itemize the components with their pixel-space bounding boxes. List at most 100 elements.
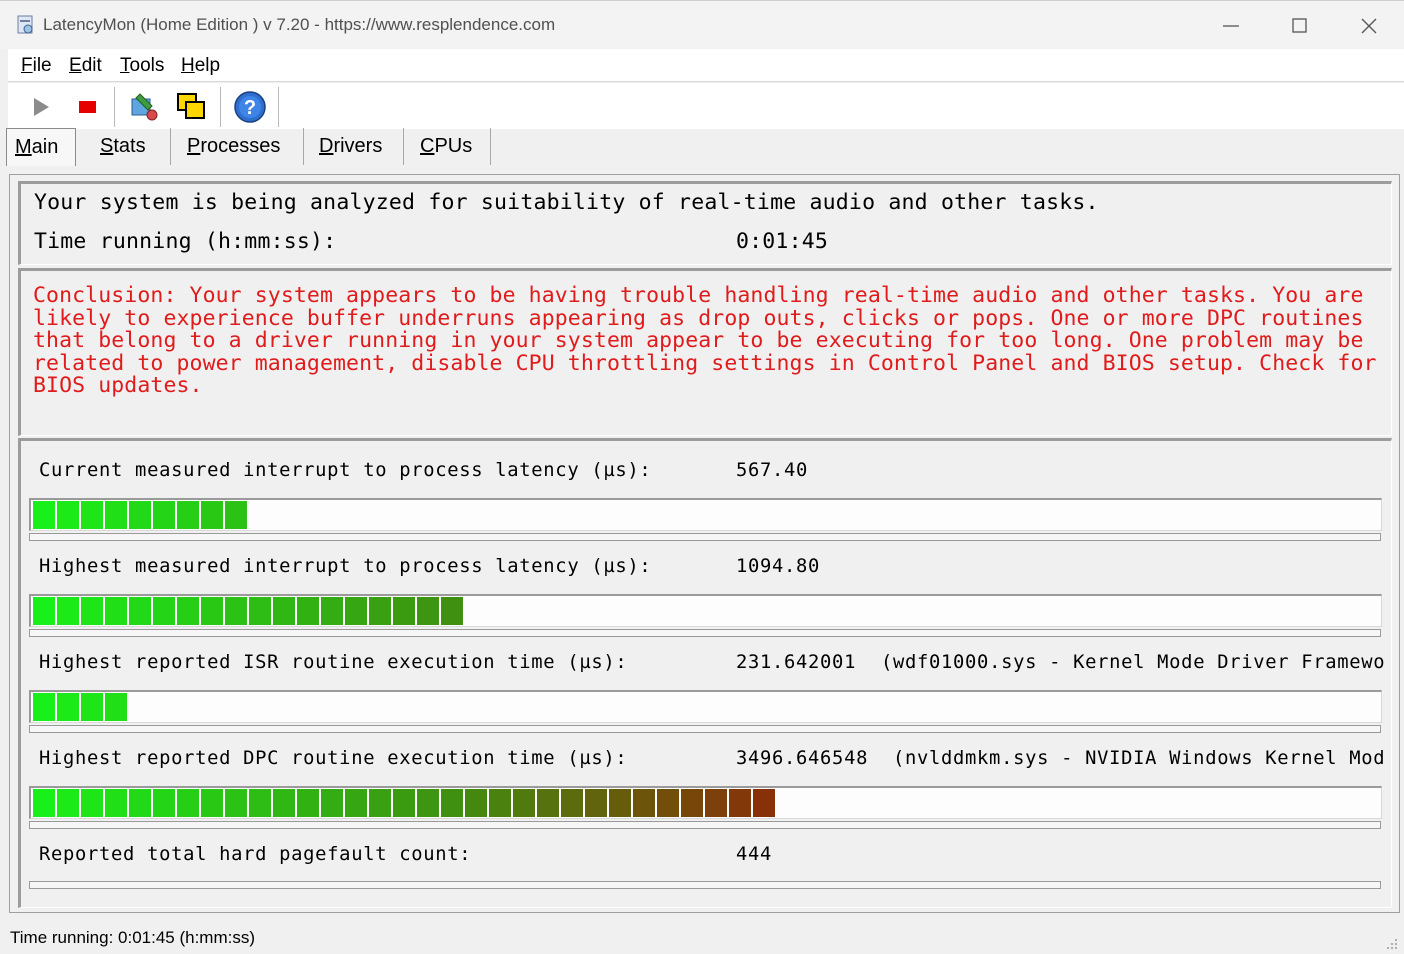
- svg-text:?: ?: [244, 97, 256, 119]
- stop-button[interactable]: [70, 89, 106, 125]
- meter-segment: [105, 789, 127, 817]
- meter-segment: [273, 597, 295, 625]
- analyze-button[interactable]: [126, 89, 162, 125]
- menu-tools[interactable]: Tools: [120, 55, 164, 77]
- meter-segment: [81, 501, 103, 529]
- meter-segment: [489, 789, 511, 817]
- close-icon: [1361, 18, 1377, 34]
- meter-segment: [153, 789, 175, 817]
- meter-segment: [249, 597, 271, 625]
- app-icon: [16, 15, 36, 35]
- maximize-icon: [1292, 18, 1307, 33]
- meter-segment: [105, 501, 127, 529]
- analysis-status-text: Your system is being analyzed for suitab…: [34, 190, 1099, 215]
- meter-segment: [105, 597, 127, 625]
- dpc-time-meter: [29, 786, 1382, 819]
- toolbar-separator: [278, 87, 282, 127]
- meter-segment: [33, 501, 55, 529]
- meter-segment: [225, 789, 247, 817]
- windows-button[interactable]: [174, 89, 210, 125]
- start-button[interactable]: [22, 89, 58, 125]
- meter-segment: [33, 597, 55, 625]
- close-button[interactable]: [1334, 1, 1404, 49]
- highest-latency-label: Highest measured interrupt to process la…: [39, 556, 652, 577]
- highest-latency-meter: [29, 594, 1382, 627]
- meter-segment: [57, 789, 79, 817]
- meter-divider: [29, 533, 1381, 541]
- meter-segment: [273, 789, 295, 817]
- pagefault-label: Reported total hard pagefault count:: [39, 844, 472, 865]
- meter-segment: [513, 789, 535, 817]
- meter-segment: [345, 597, 367, 625]
- menu-file[interactable]: File: [21, 55, 52, 77]
- time-running-value: 0:01:45: [736, 229, 829, 254]
- analyze-icon: [131, 93, 158, 121]
- meter-segment: [393, 789, 415, 817]
- tab-cpus[interactable]: CPUs: [404, 128, 491, 165]
- dpc-driver-text: (nvlddmkm.sys - NVIDIA Windows Kernel Mo…: [893, 748, 1386, 769]
- meter-segment: [729, 789, 751, 817]
- isr-driver-text: (wdf01000.sys - Kernel Mode Driver Frame…: [881, 652, 1386, 673]
- tab-stats[interactable]: Stats: [82, 128, 171, 165]
- meter-segment: [321, 789, 343, 817]
- meter-segment: [297, 789, 319, 817]
- meter-segment: [201, 597, 223, 625]
- help-button[interactable]: ?: [232, 89, 268, 125]
- meter-segment: [129, 789, 151, 817]
- dpc-time-label: Highest reported DPC routine execution t…: [39, 748, 628, 769]
- meter-segment: [201, 501, 223, 529]
- help-icon: ?: [234, 91, 266, 123]
- conclusion-panel: Conclusion: Your system appears to be ha…: [18, 268, 1392, 436]
- toolbar-separator: [220, 87, 224, 127]
- tab-drivers[interactable]: Drivers: [304, 128, 404, 165]
- meter-segment: [585, 789, 607, 817]
- current-latency-value: 567.40: [736, 460, 809, 481]
- meter-segment: [321, 597, 343, 625]
- title-bar: LatencyMon (Home Edition ) v 7.20 - http…: [0, 0, 1404, 49]
- meter-segment: [129, 597, 151, 625]
- meter-divider: [29, 725, 1381, 733]
- meter-divider: [29, 629, 1381, 637]
- meter-segment: [177, 501, 199, 529]
- conclusion-text: Conclusion: Your system appears to be ha…: [33, 283, 1377, 399]
- meter-segment: [225, 501, 247, 529]
- minimize-button[interactable]: [1196, 1, 1266, 49]
- tab-processes[interactable]: Processes: [171, 128, 304, 165]
- window-title: LatencyMon (Home Edition ) v 7.20 - http…: [43, 15, 556, 34]
- meter-segment: [393, 597, 415, 625]
- meter-segment: [417, 597, 439, 625]
- meter-segment: [345, 789, 367, 817]
- meter-segment: [81, 597, 103, 625]
- meter-segment: [369, 789, 391, 817]
- status-bar: Time running: 0:01:45 (h:mm:ss): [0, 918, 1404, 954]
- meter-segment: [81, 693, 103, 721]
- time-running-label: Time running (h:mm:ss):: [34, 229, 337, 254]
- meter-segment: [369, 597, 391, 625]
- pagefault-meter: [29, 881, 1381, 889]
- metrics-panel: Current measured interrupt to process la…: [18, 438, 1392, 908]
- dpc-time-value: 3496.646548: [736, 748, 869, 769]
- meter-segment: [417, 789, 439, 817]
- meter-segment: [297, 597, 319, 625]
- meter-segment: [201, 789, 223, 817]
- play-icon: [34, 98, 49, 116]
- maximize-button[interactable]: [1265, 1, 1335, 49]
- meter-segment: [633, 789, 655, 817]
- tab-main[interactable]: Main: [6, 128, 76, 166]
- menu-help[interactable]: Help: [181, 55, 220, 77]
- main-tab-content: Your system is being analyzed for suitab…: [9, 174, 1400, 913]
- toolbar: ?: [8, 83, 1404, 129]
- isr-time-meter: [29, 690, 1382, 723]
- meter-segment: [57, 597, 79, 625]
- toolbar-separator: [114, 87, 118, 127]
- status-panel: Your system is being analyzed for suitab…: [18, 181, 1392, 265]
- resize-grip-icon[interactable]: [1386, 938, 1398, 950]
- isr-time-value: 231.642001: [736, 652, 857, 673]
- meter-segment: [153, 501, 175, 529]
- meter-segment: [81, 789, 103, 817]
- meter-segment: [57, 693, 79, 721]
- windows-icon: [177, 93, 205, 119]
- meter-segment: [753, 789, 775, 817]
- minimize-icon: [1223, 25, 1239, 27]
- menu-edit[interactable]: Edit: [69, 55, 102, 77]
